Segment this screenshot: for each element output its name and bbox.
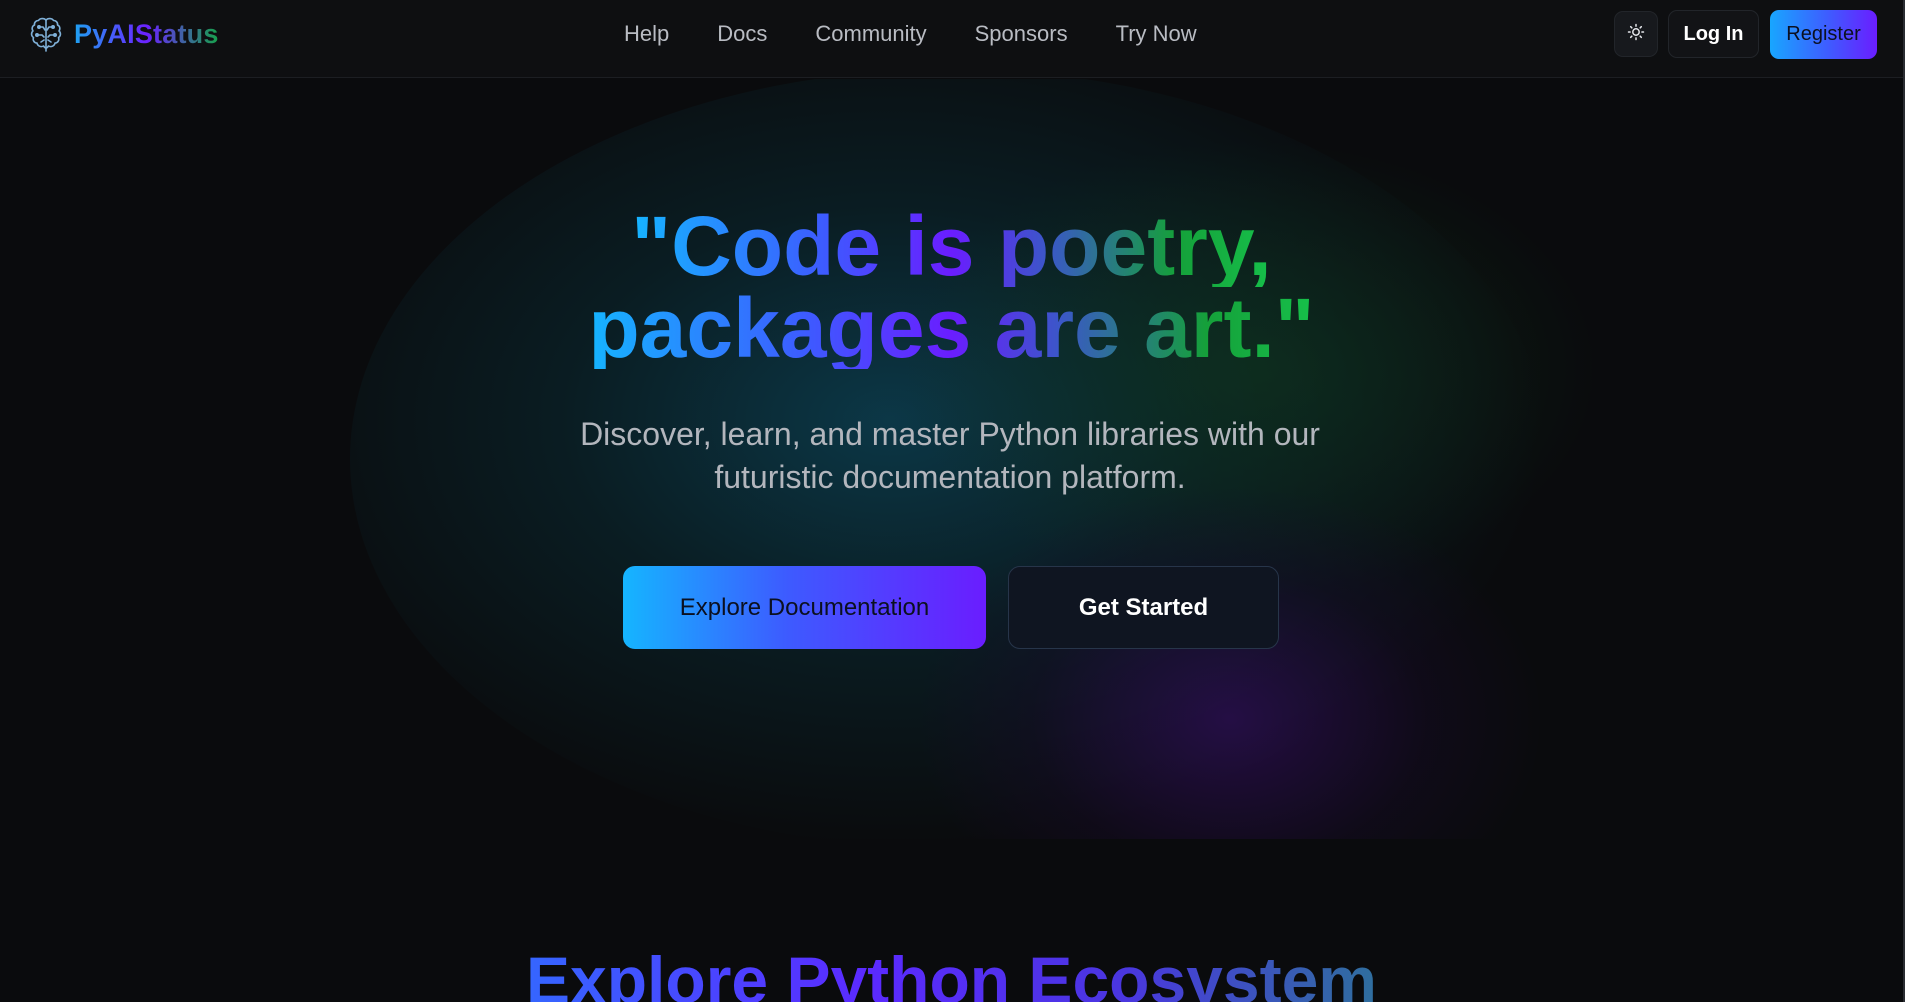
ecosystem-section-title: Explore Python Ecosystem <box>0 940 1903 1002</box>
ecosystem-section-title-text: Explore Python Ecosystem <box>526 943 1377 1002</box>
hero-section: "Code is poetry, packages are art." Disc… <box>0 79 1903 839</box>
brain-circuit-icon <box>26 14 66 54</box>
hero-headline: "Code is poetry, packages are art." <box>0 199 1903 375</box>
brand-name: PyAIStatus <box>74 18 219 49</box>
page: PyAIStatus Help Docs Community Sponsors … <box>0 0 1905 1002</box>
top-navbar: PyAIStatus Help Docs Community Sponsors … <box>0 0 1903 78</box>
brand-link[interactable]: PyAIStatus <box>26 14 219 54</box>
nav-item-community[interactable]: Community <box>815 21 926 47</box>
sun-icon <box>1627 23 1645 46</box>
main-nav: Help Docs Community Sponsors Try Now <box>600 0 1221 68</box>
hero-headline-line-2: packages are art." <box>588 281 1315 375</box>
nav-item-docs[interactable]: Docs <box>717 21 767 47</box>
hero-headline-line-1: "Code is poetry, <box>631 199 1272 293</box>
hero-subtitle: Discover, learn, and master Python libra… <box>580 416 1320 495</box>
nav-item-try-now[interactable]: Try Now <box>1116 21 1197 47</box>
explore-documentation-button[interactable]: Explore Documentation <box>623 566 986 649</box>
login-button[interactable]: Log In <box>1668 10 1759 58</box>
register-button[interactable]: Register <box>1770 10 1877 59</box>
get-started-button[interactable]: Get Started <box>1008 566 1279 649</box>
nav-item-sponsors[interactable]: Sponsors <box>975 21 1068 47</box>
theme-toggle-button[interactable] <box>1614 11 1658 57</box>
nav-item-help[interactable]: Help <box>624 21 669 47</box>
